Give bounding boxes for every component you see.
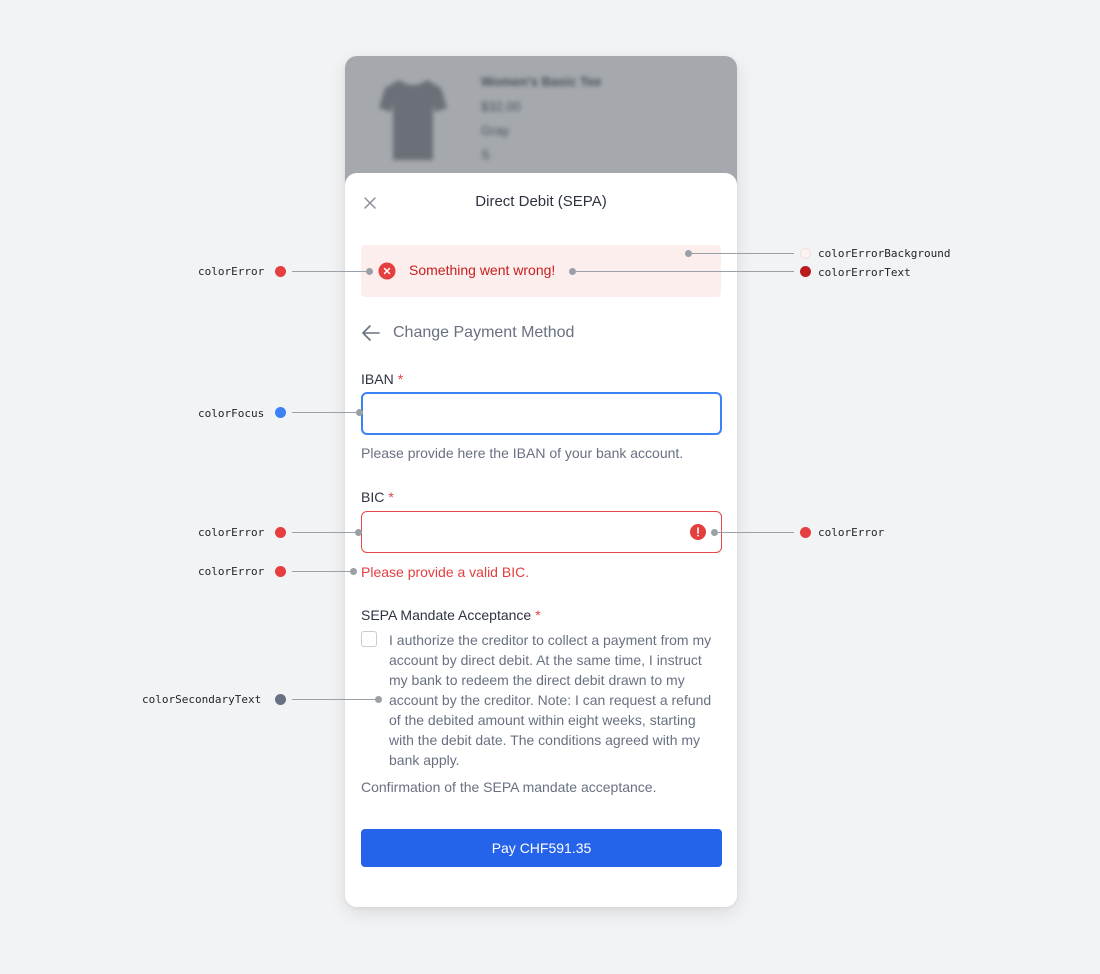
iban-input[interactable] [361, 392, 722, 435]
mandate-label: SEPA Mandate Acceptance * [361, 607, 541, 623]
annotation-tip [711, 529, 718, 536]
product-price: $32.00 [481, 99, 521, 114]
annotation-line [292, 271, 370, 272]
iban-label: IBAN * [361, 371, 403, 387]
annotation-dot [275, 694, 286, 705]
iban-help-text: Please provide here the IBAN of your ban… [361, 445, 684, 461]
product-name: Women's Basic Tee [481, 74, 602, 89]
annotation-line [692, 253, 794, 254]
annotation-label-secondary-text: colorSecondaryText [142, 693, 262, 706]
annotation-line [576, 271, 794, 272]
annotation-dot [275, 566, 286, 577]
annotation-dot [800, 266, 811, 277]
annotation-dot [275, 407, 286, 418]
required-mark: * [535, 607, 541, 623]
payment-sheet: Direct Debit (SEPA) Something went wrong… [345, 173, 737, 907]
annotation-line [292, 532, 358, 533]
annotation-dot [275, 266, 286, 277]
iban-label-text: IBAN [361, 371, 394, 387]
annotation-dot [800, 248, 811, 259]
annotation-dot [800, 527, 811, 538]
mandate-label-text: SEPA Mandate Acceptance [361, 607, 532, 623]
tshirt-icon [379, 80, 447, 160]
bic-label-text: BIC [361, 489, 385, 505]
error-alert-text: Something went wrong! [409, 262, 556, 278]
change-payment-method-label: Change Payment Method [393, 324, 575, 341]
annotation-dot [275, 527, 286, 538]
annotation-tip [355, 529, 362, 536]
annotation-tip [350, 568, 357, 575]
annotation-label-alert-icon: colorError [198, 265, 265, 278]
annotation-label-focus: colorFocus [198, 407, 265, 420]
annotation-line [292, 699, 378, 700]
annotation-line [718, 532, 794, 533]
annotation-label-error-background: colorErrorBackground [818, 247, 951, 260]
product-color: Gray [481, 123, 510, 138]
annotation-tip [569, 268, 576, 275]
annotation-label-bic-icon: colorError [818, 526, 885, 539]
annotation-tip [366, 268, 373, 275]
annotation-tip [356, 409, 363, 416]
mandate-text: I authorize the creditor to collect a pa… [389, 632, 712, 768]
annotation-tip [685, 250, 692, 257]
error-circle-icon [378, 262, 396, 280]
annotation-line [292, 571, 352, 572]
required-mark: * [388, 489, 394, 505]
annotation-label-error-text: colorErrorText [818, 266, 911, 279]
annotation-label-bic-message: colorError [198, 565, 265, 578]
bic-label: BIC * [361, 489, 394, 505]
pay-button[interactable]: Pay CHF591.35 [361, 829, 722, 867]
mandate-checkbox[interactable] [361, 631, 377, 647]
arrow-left-icon [362, 325, 380, 341]
annotation-label-bic-field: colorError [198, 526, 265, 539]
mandate-help-text: Confirmation of the SEPA mandate accepta… [361, 779, 657, 795]
sheet-title: Direct Debit (SEPA) [475, 193, 607, 210]
annotation-tip [375, 696, 382, 703]
checkout-card: Women's Basic Tee $32.00 Gray S Direct D… [345, 56, 737, 907]
required-mark: * [397, 371, 404, 387]
exclamation-icon [690, 524, 706, 540]
bic-input[interactable] [361, 511, 722, 553]
bic-error-message: Please provide a valid BIC. [361, 564, 530, 580]
product-size: S [481, 147, 490, 162]
annotation-line [292, 412, 358, 413]
